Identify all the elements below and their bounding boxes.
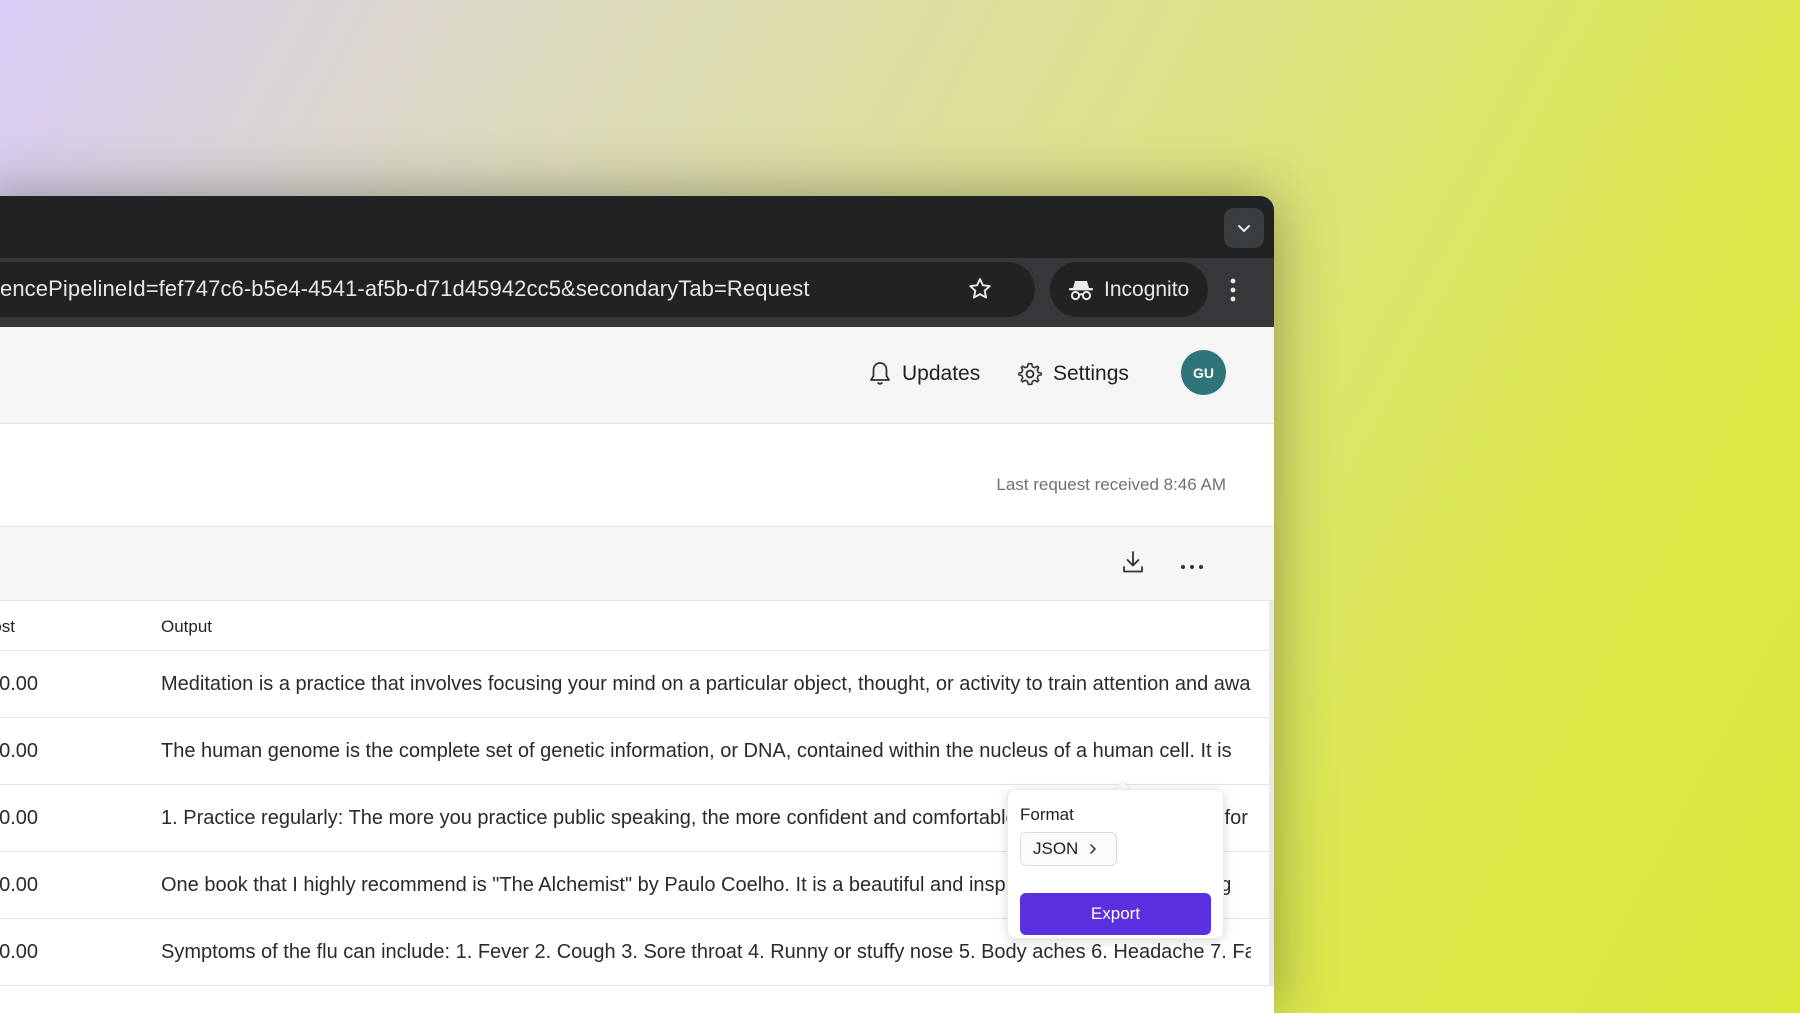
settings-button[interactable]: Settings [1017, 361, 1129, 387]
chevron-right-icon [1090, 844, 1097, 854]
bookmark-star-icon[interactable] [967, 276, 993, 307]
tab-search-button[interactable] [1224, 208, 1264, 248]
table-toolbar [0, 527, 1274, 601]
table-scrollbar[interactable] [1269, 601, 1274, 986]
cost-cell: $0.00 [0, 941, 39, 963]
app-header: Updates Settings GU [0, 327, 1274, 424]
cost-cell: $0.00 [0, 807, 39, 829]
last-request-text: Last request received 8:46 AM [996, 475, 1226, 494]
bell-icon [870, 362, 890, 385]
updates-button[interactable]: Updates [868, 361, 980, 387]
output-cell: The human genome is the complete set of … [161, 740, 1232, 762]
info-bar: Last request received 8:46 AM [0, 424, 1274, 527]
browser-menu-icon[interactable] [1229, 278, 1237, 307]
cost-cell: $0.00 [0, 874, 39, 896]
user-avatar[interactable]: GU [1181, 350, 1226, 395]
incognito-icon [1069, 280, 1093, 300]
output-cell: Meditation is a practice that involves f… [161, 673, 1251, 695]
settings-label: Settings [1053, 362, 1129, 385]
cost-cell: $0.00 [0, 673, 39, 695]
download-icon[interactable] [1121, 549, 1145, 580]
updates-label: Updates [902, 362, 981, 385]
more-options-icon[interactable] [1180, 558, 1204, 576]
format-value: JSON [1033, 839, 1079, 858]
export-button[interactable]: Export [1020, 893, 1211, 935]
cost-cell: $0.00 [0, 740, 39, 762]
format-label: Format [1020, 805, 1074, 824]
table-row[interactable]: $0.00 Meditation is a practice that invo… [0, 651, 1274, 718]
table-row[interactable]: $0.00 The human genome is the complete s… [0, 718, 1274, 785]
format-select[interactable]: JSON [1020, 832, 1117, 866]
column-header-cost[interactable]: Cost [0, 617, 15, 637]
browser-toolbar: encePipelineId=fef747c6-b5e4-4541-af5b-d… [0, 258, 1274, 327]
gear-icon [1018, 362, 1042, 386]
browser-window: encePipelineId=fef747c6-b5e4-4541-af5b-d… [0, 196, 1274, 1013]
tab-strip [0, 196, 1274, 258]
column-header-output[interactable]: Output [161, 617, 212, 637]
address-url[interactable]: encePipelineId=fef747c6-b5e4-4541-af5b-d… [0, 276, 810, 302]
table-header: Cost Output [0, 601, 1274, 651]
chevron-down-icon [1238, 225, 1250, 232]
address-bar[interactable]: encePipelineId=fef747c6-b5e4-4541-af5b-d… [0, 262, 1035, 317]
incognito-indicator[interactable]: Incognito [1050, 262, 1208, 317]
incognito-label: Incognito [1104, 277, 1190, 301]
export-popover: Format JSON Export [1007, 789, 1224, 939]
output-cell: Symptoms of the flu can include: 1. Feve… [161, 941, 1251, 963]
